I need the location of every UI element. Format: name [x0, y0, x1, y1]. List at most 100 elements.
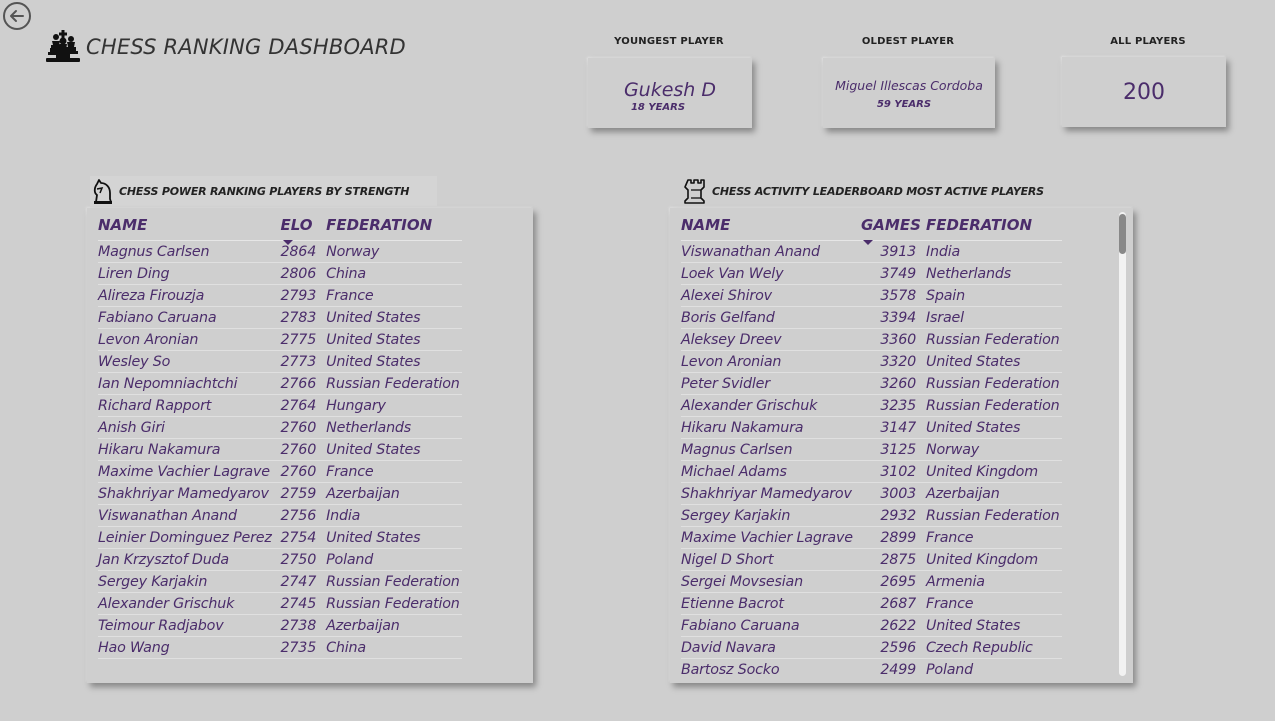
federation-cell: Czech Republic — [926, 636, 1062, 659]
table-row[interactable]: Magnus Carlsen 2864 Norway — [98, 240, 462, 263]
oldest-player-label: OLDEST PLAYER — [861, 36, 955, 47]
table-row[interactable]: Hao Wang 2735 China — [98, 636, 462, 659]
table-row[interactable]: Richard Rapport 2764 Hungary — [98, 394, 462, 417]
table-row[interactable]: David Navara 2596 Czech Republic — [681, 636, 1062, 659]
player-name-cell: Liren Ding — [98, 262, 281, 285]
youngest-player-age: 18 YEARS — [630, 102, 686, 113]
table-row[interactable]: Etienne Bacrot 2687 France — [681, 592, 1062, 615]
player-name-cell: Alireza Firouzja — [98, 284, 281, 307]
player-name-cell: Aleksey Dreev — [681, 328, 861, 351]
value-cell: 3394 — [861, 306, 926, 329]
value-cell: 2760 — [280, 438, 327, 461]
youngest-player-card: Gukesh D 18 YEARS — [588, 58, 752, 128]
player-name-cell: Wesley So — [98, 350, 281, 373]
value-cell: 2499 — [861, 658, 926, 678]
federation-cell: United States — [326, 328, 462, 351]
table-row[interactable]: Bartosz Socko 2499 Poland — [681, 658, 1062, 678]
table-row[interactable]: Sergey Karjakin 2932 Russian Federation — [681, 504, 1062, 527]
value-cell: 2738 — [280, 614, 327, 637]
activity-table: NAME GAMES FEDERATION Viswanathan Anand 3… — [681, 210, 1062, 678]
table-row[interactable]: Levon Aronian 2775 United States — [98, 328, 462, 351]
oldest-player-name: Miguel Illescas Cordoba — [835, 78, 983, 93]
federation-cell: Netherlands — [926, 262, 1062, 285]
federation-cell: France — [326, 284, 462, 307]
federation-cell: France — [326, 460, 462, 483]
page-title: CHESS RANKING DASHBOARD — [86, 35, 406, 59]
back-button[interactable] — [3, 2, 31, 30]
table-row[interactable]: Leinier Dominguez Perez 2754 United States — [98, 526, 462, 549]
table-row[interactable]: Magnus Carlsen 3125 Norway — [681, 438, 1062, 461]
value-cell: 2806 — [280, 262, 327, 285]
column-header-name[interactable]: NAME — [98, 210, 281, 241]
value-cell: 2747 — [280, 570, 327, 593]
table-row[interactable]: Michael Adams 3102 United Kingdom — [681, 460, 1062, 483]
table-row[interactable]: Teimour Radjabov 2738 Azerbaijan — [98, 614, 462, 637]
federation-cell: United Kingdom — [926, 460, 1062, 483]
table-row[interactable]: Jan Krzysztof Duda 2750 Poland — [98, 548, 462, 571]
player-name-cell: Hikaru Nakamura — [681, 416, 861, 439]
column-header-federation[interactable]: FEDERATION — [326, 210, 462, 241]
federation-cell: Norway — [326, 240, 462, 263]
sort-desc-icon — [863, 240, 873, 245]
activity-table-viewport[interactable]: NAME GAMES FEDERATION Viswanathan Anand 3… — [670, 208, 1110, 678]
activity-scrollbar[interactable] — [1119, 212, 1126, 676]
power-ranking-title: CHESS POWER RANKING PLAYERS BY STRENGTH — [119, 184, 410, 198]
table-row[interactable]: Nigel D Short 2875 United Kingdom — [681, 548, 1062, 571]
federation-cell: Russian Federation — [926, 328, 1062, 351]
table-row[interactable]: Alexei Shirov 3578 Spain — [681, 284, 1062, 307]
activity-panel: NAME GAMES FEDERATION Viswanathan Anand 3… — [670, 208, 1133, 683]
table-row[interactable]: Shakhriyar Mamedyarov 3003 Azerbaijan — [681, 482, 1062, 505]
column-header-federation[interactable]: FEDERATION — [926, 210, 1062, 241]
value-cell: 3102 — [861, 460, 926, 483]
table-row[interactable]: Aleksey Dreev 3360 Russian Federation — [681, 328, 1062, 351]
table-row[interactable]: Sergei Movsesian 2695 Armenia — [681, 570, 1062, 593]
table-row[interactable]: Sergey Karjakin 2747 Russian Federation — [98, 570, 462, 593]
table-row[interactable]: Viswanathan Anand 2756 India — [98, 504, 462, 527]
youngest-player-name: Gukesh D — [623, 79, 717, 101]
table-row[interactable]: Levon Aronian 3320 United States — [681, 350, 1062, 373]
table-row[interactable]: Boris Gelfand 3394 Israel — [681, 306, 1062, 329]
table-row[interactable]: Loek Van Wely 3749 Netherlands — [681, 262, 1062, 285]
all-players-card: 200 — [1062, 57, 1226, 127]
elo-header-label: ELO — [280, 216, 313, 234]
value-cell: 2875 — [861, 548, 926, 571]
power-ranking-header: CHESS POWER RANKING PLAYERS BY STRENGTH — [90, 176, 438, 206]
federation-cell: United Kingdom — [926, 548, 1062, 571]
value-cell: 2932 — [861, 504, 926, 527]
federation-cell: Russian Federation — [926, 504, 1062, 527]
player-name-cell: Magnus Carlsen — [98, 240, 281, 263]
table-row[interactable]: Wesley So 2773 United States — [98, 350, 462, 373]
table-row[interactable]: Anish Giri 2760 Netherlands — [98, 416, 462, 439]
all-players-count: 200 — [1123, 79, 1165, 105]
federation-cell: Spain — [926, 284, 1062, 307]
power-ranking-table: NAME ELO FEDERATION Magnus Carlsen 2864 No… — [98, 210, 462, 659]
player-name-cell: Levon Aronian — [681, 350, 861, 373]
column-header-name[interactable]: NAME — [681, 210, 861, 241]
dashboard-header: CHESS RANKING DASHBOARD — [44, 28, 406, 66]
value-cell: 2775 — [280, 328, 327, 351]
column-header-elo[interactable]: ELO — [280, 210, 327, 245]
table-row[interactable]: Maxime Vachier Lagrave 2899 France — [681, 526, 1062, 549]
table-row[interactable]: Shakhriyar Mamedyarov 2759 Azerbaijan — [98, 482, 462, 505]
table-row[interactable]: Liren Ding 2806 China — [98, 262, 462, 285]
value-cell: 2695 — [861, 570, 926, 593]
table-row[interactable]: Alexander Grischuk 2745 Russian Federation — [98, 592, 462, 615]
table-row[interactable]: Ian Nepomniachtchi 2766 Russian Federation — [98, 372, 462, 395]
activity-title: CHESS ACTIVITY LEADERBOARD MOST ACTIVE P… — [712, 184, 1044, 198]
table-row[interactable]: Hikaru Nakamura 3147 United States — [681, 416, 1062, 439]
table-row[interactable]: Maxime Vachier Lagrave 2760 France — [98, 460, 462, 483]
table-row[interactable]: Fabiano Caruana 2783 United States — [98, 306, 462, 329]
table-row[interactable]: Peter Svidler 3260 Russian Federation — [681, 372, 1062, 395]
table-row[interactable]: Fabiano Caruana 2622 United States — [681, 614, 1062, 637]
value-cell: 2745 — [280, 592, 327, 615]
activity-header: CHESS ACTIVITY LEADERBOARD MOST ACTIVE P… — [683, 176, 1072, 206]
table-row[interactable]: Alexander Grischuk 3235 Russian Federation — [681, 394, 1062, 417]
table-row[interactable]: Hikaru Nakamura 2760 United States — [98, 438, 462, 461]
value-cell: 3003 — [861, 482, 926, 505]
value-cell: 2760 — [280, 460, 327, 483]
column-header-games[interactable]: GAMES — [861, 210, 926, 245]
table-row[interactable]: Alireza Firouzja 2793 France — [98, 284, 462, 307]
activity-scroll-thumb[interactable] — [1119, 214, 1126, 254]
player-name-cell: Etienne Bacrot — [681, 592, 861, 615]
federation-cell: Armenia — [926, 570, 1062, 593]
